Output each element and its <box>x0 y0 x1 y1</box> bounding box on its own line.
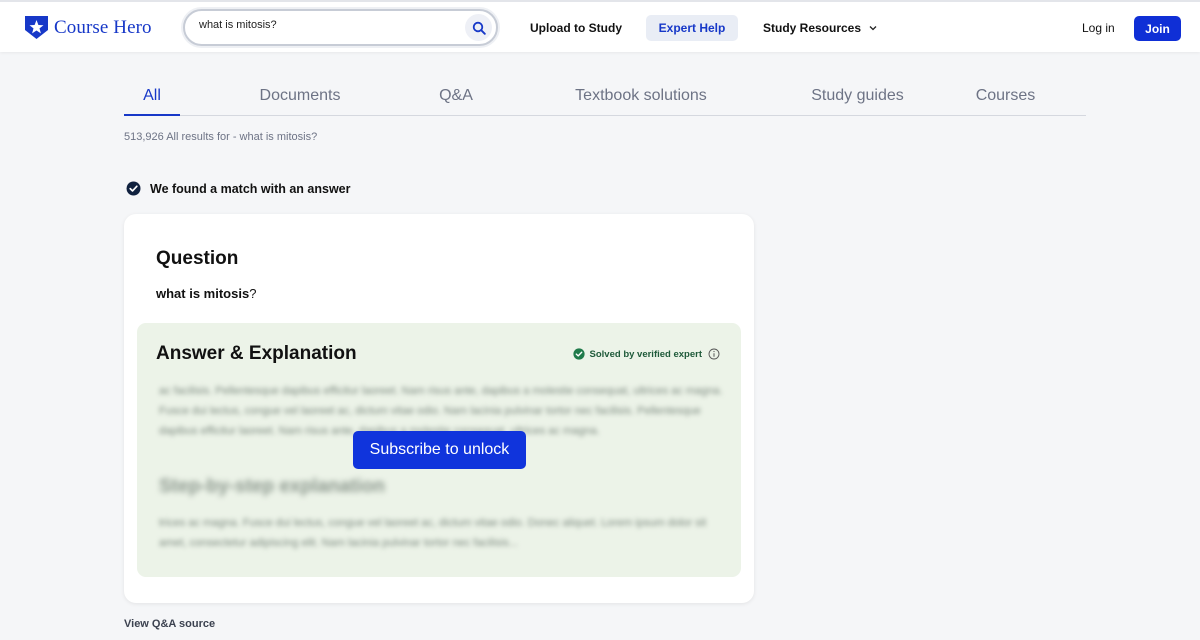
blurred-explanation-text: trices ac magna. Fusce dui lectus, congu… <box>159 517 707 549</box>
check-circle-icon <box>126 181 141 196</box>
search-icon <box>472 21 486 35</box>
expert-help-button[interactable]: Expert Help <box>646 15 738 41</box>
tab-courses[interactable]: Courses <box>925 80 1086 116</box>
question-text-bold: what is mitosis <box>156 286 250 301</box>
results-tabs: All Documents Q&A Textbook solutions Stu… <box>124 80 1086 116</box>
tab-qa[interactable]: Q&A <box>420 80 492 116</box>
question-card: Question what is mitosis? Answer & Expla… <box>124 214 754 603</box>
blurred-step-heading: Step-by-step explanation <box>159 476 385 497</box>
question-text-rest: ? <box>249 286 257 301</box>
course-hero-logo[interactable]: Course Hero <box>24 15 152 40</box>
search-input[interactable] <box>199 19 449 31</box>
question-title: Question <box>156 248 239 269</box>
tab-textbook-solutions[interactable]: Textbook solutions <box>492 80 790 116</box>
tab-study-guides[interactable]: Study guides <box>790 80 925 116</box>
answer-panel: Answer & Explanation Solved by verified … <box>137 323 741 577</box>
tab-documents[interactable]: Documents <box>180 80 420 116</box>
view-qa-source-link[interactable]: View Q&A source <box>124 618 215 630</box>
match-notice: We found a match with an answer <box>126 181 351 196</box>
answer-title: Answer & Explanation <box>156 343 357 364</box>
search-button[interactable] <box>465 14 492 41</box>
upload-to-study-link[interactable]: Upload to Study <box>530 21 622 35</box>
info-icon[interactable] <box>708 348 720 360</box>
logo-text: Course Hero <box>54 16 152 38</box>
verified-check-icon <box>572 348 585 360</box>
study-resources-label: Study Resources <box>763 21 862 35</box>
login-link[interactable]: Log in <box>1082 21 1115 35</box>
study-resources-menu[interactable]: Study Resources <box>763 21 877 35</box>
join-button[interactable]: Join <box>1134 16 1181 41</box>
top-header: Course Hero Upload to Study Expert Help … <box>0 0 1200 52</box>
tab-all[interactable]: All <box>124 80 180 116</box>
chevron-down-icon <box>869 26 877 31</box>
subscribe-to-unlock-button[interactable]: Subscribe to unlock <box>353 431 526 469</box>
match-text: We found a match with an answer <box>150 181 351 196</box>
results-count: 513,926 All results for - what is mitosi… <box>124 131 318 143</box>
question-text: what is mitosis? <box>156 286 256 301</box>
star-shield-icon <box>25 16 48 39</box>
verified-badge: Solved by verified expert <box>572 348 720 360</box>
verified-text: Solved by verified expert <box>589 348 702 360</box>
search-box[interactable] <box>183 9 498 46</box>
